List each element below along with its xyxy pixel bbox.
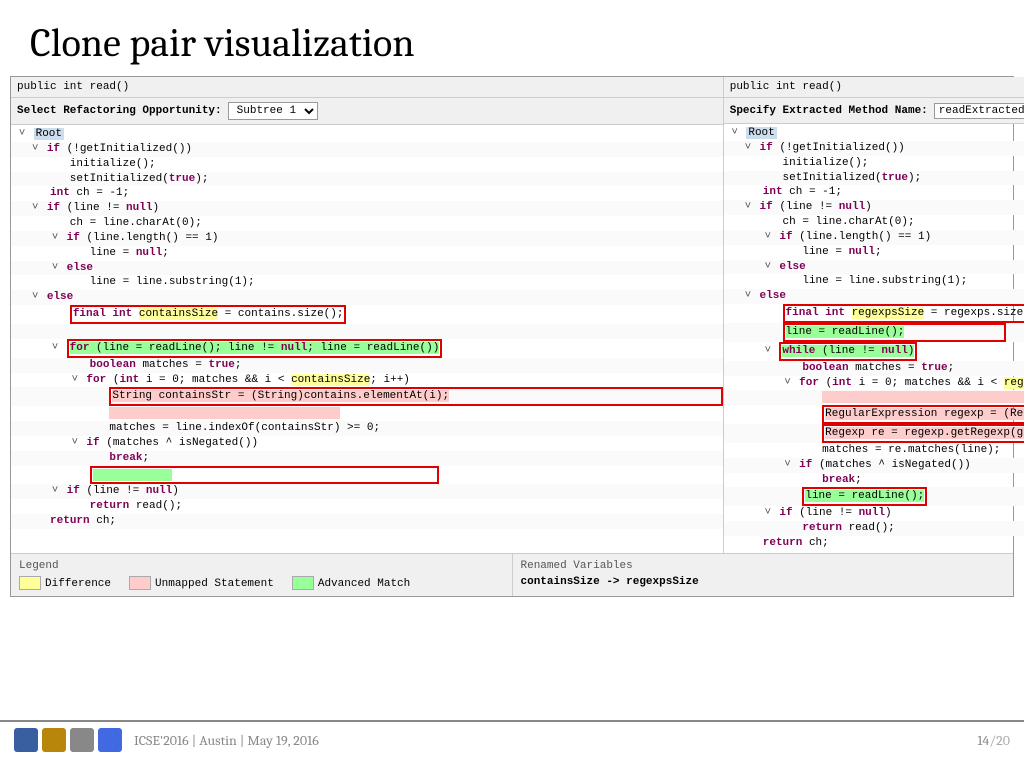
highlight-diff-box: final int regexpsSize = regexps.size(); — [783, 304, 1024, 323]
highlight-adv-box: while (line != null) — [779, 342, 917, 361]
renamed-title: Renamed Variables — [521, 560, 1006, 572]
chevron-down-icon[interactable]: ˅ — [730, 126, 740, 141]
highlight-adv-box: for (line = readLine(); line != null; li… — [67, 339, 443, 358]
extracted-method-label: Specify Extracted Method Name: — [730, 105, 928, 117]
chevron-down-icon[interactable]: ˅ — [743, 200, 753, 215]
logo-icon — [70, 728, 94, 752]
legend-item-unmapped: Unmapped Statement — [129, 576, 274, 590]
logo-icon — [42, 728, 66, 752]
chevron-down-icon[interactable]: ˅ — [763, 506, 773, 521]
right-code-tree[interactable]: ˅ Root ˅ if (!getInitialized()) initiali… — [724, 124, 1024, 553]
visualization-panel: public int read() Select Refactoring Opp… — [10, 76, 1014, 597]
highlight-unmapped-row: Regexp re = regexp.getRegexp(getProject(… — [822, 424, 1024, 443]
slide-footer: ICSE'2016 | Austin | May 19, 2016 14/20 — [0, 720, 1024, 758]
chevron-down-icon[interactable]: ˅ — [70, 436, 80, 451]
logo-icon — [14, 728, 38, 752]
chevron-down-icon[interactable]: ˅ — [763, 230, 773, 245]
left-code-tree[interactable]: ˅ Root ˅ if (!getInitialized()) initiali… — [11, 125, 723, 531]
left-controls: Select Refactoring Opportunity: Subtree … — [11, 98, 723, 125]
logo-icon — [98, 728, 122, 752]
chevron-down-icon[interactable]: ˅ — [783, 376, 793, 391]
chevron-down-icon[interactable]: ˅ — [50, 261, 60, 276]
chevron-down-icon[interactable]: ˅ — [50, 484, 60, 499]
legend-item-difference: Difference — [19, 576, 111, 590]
method-signature-right: public int read() — [724, 77, 1024, 98]
footer-text: ICSE'2016 | Austin | May 19, 2016 — [134, 732, 319, 749]
refactoring-opportunity-label: Select Refactoring Opportunity: — [17, 105, 222, 117]
left-pane: public int read() Select Refactoring Opp… — [11, 77, 724, 553]
renamed-entry: containsSize -> regexpsSize — [521, 576, 1006, 588]
chevron-down-icon[interactable]: ˅ — [30, 201, 40, 216]
chevron-down-icon[interactable]: ˅ — [763, 344, 773, 359]
right-pane: public int read() Specify Extracted Meth… — [724, 77, 1024, 553]
chevron-down-icon[interactable]: ˅ — [17, 127, 27, 142]
page-number: 14/20 — [977, 732, 1010, 749]
method-signature-left: public int read() — [11, 77, 723, 98]
slide-title: Clone pair visualization — [0, 0, 1024, 76]
legend-title: Legend — [19, 560, 504, 572]
root-node-left[interactable]: Root — [34, 128, 64, 140]
renamed-variables-panel: Renamed Variables containsSize -> regexp… — [513, 554, 1014, 596]
legend-panel: Legend Difference Unmapped Statement Adv… — [11, 554, 513, 596]
extracted-method-input[interactable] — [934, 103, 1024, 119]
subtree-dropdown[interactable]: Subtree 1 — [228, 102, 318, 120]
highlight-adv-row: line = readLine(); — [802, 487, 927, 506]
highlight-unmapped-row: String containsStr = (String)contains.el… — [109, 387, 722, 406]
right-controls: Specify Extracted Method Name: — [724, 98, 1024, 124]
chevron-down-icon[interactable]: ˅ — [763, 260, 773, 275]
highlight-diff-box: final int containsSize = contains.size()… — [70, 305, 347, 324]
chevron-down-icon[interactable]: ˅ — [743, 289, 753, 304]
root-node-right[interactable]: Root — [746, 127, 776, 139]
chevron-down-icon[interactable]: ˅ — [30, 290, 40, 305]
legend-item-advanced: Advanced Match — [292, 576, 410, 590]
highlight-adv-row: line = readLine(); — [783, 323, 1007, 342]
chevron-down-icon[interactable]: ˅ — [783, 458, 793, 473]
chevron-down-icon[interactable]: ˅ — [70, 373, 80, 388]
chevron-down-icon[interactable]: ˅ — [30, 142, 40, 157]
chevron-down-icon[interactable]: ˅ — [50, 341, 60, 356]
highlight-unmapped-row: RegularExpression regexp = (RegularExpre… — [822, 405, 1024, 424]
chevron-down-icon[interactable]: ˅ — [743, 141, 753, 156]
chevron-down-icon[interactable]: ˅ — [50, 231, 60, 246]
highlight-adv-row-empty — [90, 466, 439, 485]
